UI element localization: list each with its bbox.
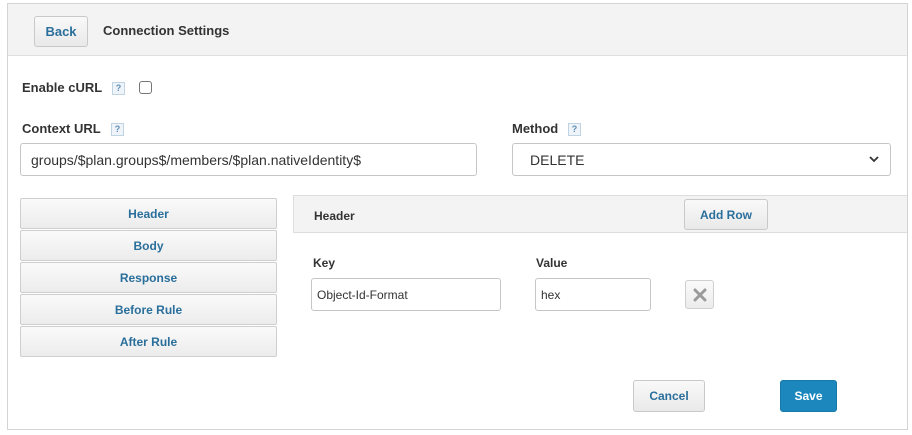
method-select[interactable]: DELETE <box>512 143 891 176</box>
tab-after-rule[interactable]: After Rule <box>20 326 277 357</box>
tab-header[interactable]: Header <box>20 198 277 229</box>
method-label: Method <box>512 121 559 136</box>
help-icon[interactable]: ? <box>568 123 581 136</box>
cancel-button[interactable]: Cancel <box>633 380 705 412</box>
save-button[interactable]: Save <box>780 380 837 412</box>
header-section-bar: Header Add Row <box>293 195 907 233</box>
toolbar: Back Connection Settings <box>8 4 907 56</box>
context-url-input[interactable] <box>20 143 477 176</box>
tab-response[interactable]: Response <box>20 262 277 293</box>
header-key-input[interactable] <box>311 278 501 311</box>
help-icon[interactable]: ? <box>111 123 124 136</box>
method-selected-value: DELETE <box>530 151 585 168</box>
x-icon <box>693 288 706 301</box>
tab-body[interactable]: Body <box>20 230 277 261</box>
enable-curl-checkbox[interactable] <box>139 81 152 94</box>
value-column-label: Value <box>536 256 568 270</box>
chevron-down-icon <box>869 156 879 163</box>
back-button[interactable]: Back <box>34 16 88 47</box>
header-section-title: Header <box>314 209 355 223</box>
header-value-input[interactable] <box>535 278 651 311</box>
enable-curl-label: Enable cURL <box>22 80 103 95</box>
help-icon[interactable]: ? <box>112 82 125 95</box>
key-column-label: Key <box>313 256 336 270</box>
delete-row-button[interactable] <box>685 280 714 309</box>
add-row-button[interactable]: Add Row <box>684 199 768 230</box>
context-url-label: Context URL <box>22 121 101 136</box>
page-title: Connection Settings <box>103 23 230 38</box>
tab-before-rule[interactable]: Before Rule <box>20 294 277 325</box>
connection-settings-panel: Back Connection Settings Enable cURL ? C… <box>7 3 908 430</box>
